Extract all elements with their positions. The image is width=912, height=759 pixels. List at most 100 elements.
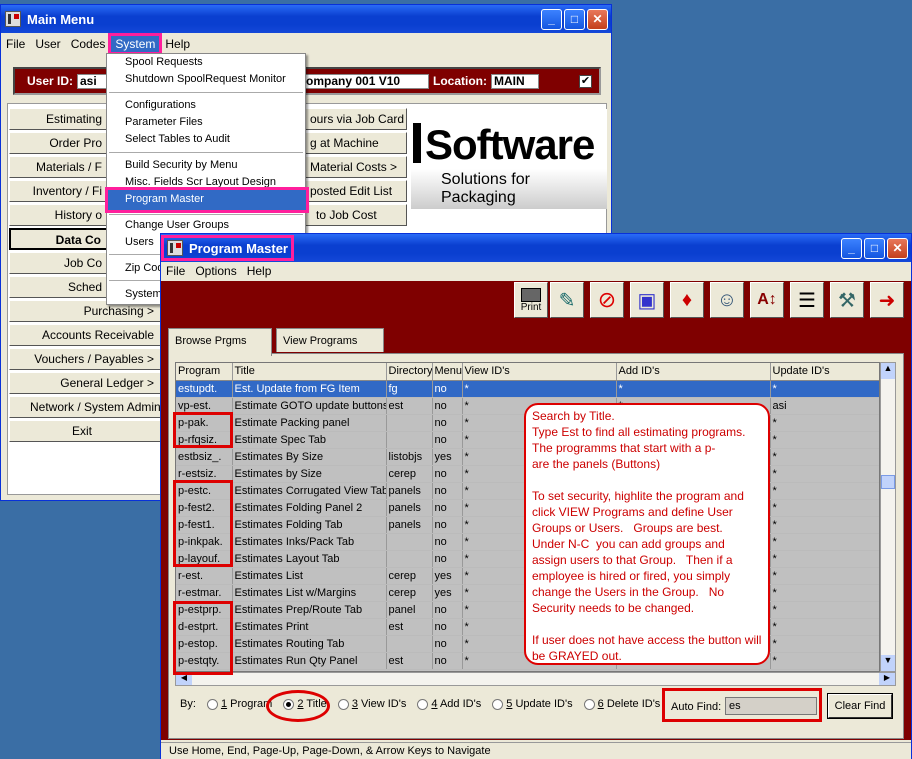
dd-zip-codes[interactable]: Zip Cod — [125, 262, 164, 274]
dd-build-security[interactable]: Build Security by Menu — [125, 159, 238, 171]
print-button[interactable]: Print — [514, 282, 548, 318]
main-menu-titlebar: Main Menu _ □ ✕ — [1, 5, 611, 33]
column-header[interactable]: Menu — [432, 363, 463, 381]
btn-inventory[interactable]: Inventory / Fi — [9, 180, 109, 202]
btn-at-machine[interactable]: g at Machine — [303, 132, 407, 154]
pm-menu-options[interactable]: Options — [190, 262, 241, 280]
company-field[interactable]: ompany 001 V10 — [303, 74, 429, 89]
btn-data-collection[interactable]: Data Co — [9, 228, 109, 250]
btn-history[interactable]: History o — [9, 204, 109, 226]
btn-accounts-receivable[interactable]: Accounts Receivable — [9, 324, 161, 346]
btn-network-admin[interactable]: Network / System Administ — [9, 396, 161, 418]
tools-button[interactable]: ⚒ — [830, 282, 864, 318]
menu-codes[interactable]: Codes — [66, 35, 111, 53]
table-cell: Estimates Layout Tab — [232, 550, 387, 568]
table-cell: no — [432, 414, 463, 432]
inspector-button[interactable]: ☺ — [710, 282, 744, 318]
scroll-thumb[interactable] — [881, 475, 895, 489]
tools-icon: ⚒ — [838, 289, 856, 312]
table-cell: Estimates List — [232, 567, 387, 585]
tab-browse-prgms[interactable]: Browse Prgms — [168, 328, 272, 356]
sort-opt-view-ids[interactable]: 3 View ID's — [337, 698, 406, 710]
btn-posted-edit-list[interactable]: posted Edit List — [303, 180, 407, 202]
sort-opt-program[interactable]: 1 Program — [206, 698, 272, 710]
dd-spool-requests[interactable]: Spool Requests — [125, 56, 203, 68]
dd-parameter-files[interactable]: Parameter Files — [125, 116, 203, 128]
vertical-scrollbar[interactable]: ▲ ▼ — [880, 362, 896, 672]
btn-general-ledger[interactable]: General Ledger > — [9, 372, 161, 394]
column-header[interactable]: Title — [232, 363, 387, 381]
dd-misc-fields[interactable]: Misc. Fields Scr Layout Design — [125, 176, 276, 188]
table-cell: no — [432, 550, 463, 568]
table-cell: r-estmar. — [176, 584, 233, 602]
column-header[interactable]: View ID's — [462, 363, 617, 381]
btn-to-job-cost[interactable]: to Job Cost — [303, 204, 407, 226]
dd-shutdown-spool[interactable]: Shutdown SpoolRequest Monitor — [125, 73, 286, 85]
list-button[interactable]: ☰ — [790, 282, 824, 318]
column-header[interactable]: Program — [176, 363, 233, 381]
dd-select-tables[interactable]: Select Tables to Audit — [125, 133, 230, 145]
dd-users[interactable]: Users — [125, 236, 154, 248]
pm-title-box: Program Master — [161, 235, 294, 261]
btn-material-costs[interactable]: Material Costs > — [303, 156, 407, 178]
auto-find-input[interactable]: es — [725, 697, 817, 715]
sort-row: By: 1 Program 2 Title 3 View ID's 4 Add … — [180, 698, 660, 710]
maximize-icon[interactable]: □ — [864, 237, 885, 259]
menu-user[interactable]: User — [30, 35, 65, 53]
logo: Software Solutions for Packaging — [411, 109, 607, 209]
add-record-button[interactable]: ▣ — [630, 282, 664, 318]
location-label: Location: — [433, 74, 487, 88]
btn-vouchers-payables[interactable]: Vouchers / Payables > — [9, 348, 161, 370]
btn-scheduling[interactable]: Sched — [9, 276, 109, 298]
btn-job-cost[interactable]: Job Co — [9, 252, 109, 274]
table-row[interactable]: estupdt. Est. Update from FG Item fg no * * * — [176, 380, 879, 398]
scroll-down-icon[interactable]: ▼ — [881, 655, 895, 671]
sort-opt-delete-ids[interactable]: 6 Delete ID's — [583, 698, 660, 710]
exit-button[interactable]: ➜ — [870, 282, 904, 318]
btn-estimating[interactable]: Estimating — [9, 108, 109, 130]
column-header[interactable]: Directory — [386, 363, 433, 381]
close-icon[interactable]: ✕ — [587, 8, 608, 30]
btn-exit[interactable]: Exit — [9, 420, 161, 442]
table-cell: panel — [386, 601, 433, 619]
column-header[interactable]: Update ID's — [770, 363, 879, 381]
opt-num: 1 — [220, 698, 228, 710]
menu-system[interactable]: System — [108, 33, 163, 55]
pm-menu-file[interactable]: File — [161, 262, 190, 280]
clear-find-button[interactable]: Clear Find — [827, 693, 893, 719]
close-icon[interactable]: ✕ — [887, 237, 908, 259]
btn-hours-via-job-card[interactable]: ours via Job Card — [303, 108, 407, 130]
sort-opt-update-ids[interactable]: 5 Update ID's — [492, 698, 573, 710]
grid-header: Program Title Directory Menu View ID's Add ID… — [176, 363, 879, 381]
dd-change-user-groups[interactable]: Change User Groups — [125, 219, 229, 231]
user-id-label: User ID: — [27, 74, 74, 88]
horizontal-scrollbar[interactable]: ◀ ▶ — [175, 672, 896, 686]
column-header[interactable]: Add ID's — [616, 363, 771, 381]
scroll-up-icon[interactable]: ▲ — [881, 363, 895, 379]
btn-materials[interactable]: Materials / F — [9, 156, 109, 178]
menu-file[interactable]: File — [1, 35, 30, 53]
btn-order-processing[interactable]: Order Pro — [9, 132, 109, 154]
minimize-icon[interactable]: _ — [841, 237, 862, 259]
minimize-icon[interactable]: _ — [541, 8, 562, 30]
sort-opt-add-ids[interactable]: 4 Add ID's — [417, 698, 481, 710]
table-cell: * — [770, 618, 879, 636]
menu-help[interactable]: Help — [160, 35, 195, 53]
table-cell: listobjs — [386, 448, 433, 466]
opt-num: 4 — [431, 698, 438, 710]
table-cell: * — [770, 414, 879, 432]
exit-door-icon: ➜ — [878, 289, 896, 312]
maximize-icon[interactable]: □ — [564, 8, 585, 30]
cards-button[interactable]: ♦ — [670, 282, 704, 318]
edit-tool-button[interactable]: ✎ — [550, 282, 584, 318]
location-field[interactable]: MAIN — [491, 74, 539, 89]
checkbox[interactable]: ✔ — [579, 75, 592, 88]
dd-system[interactable]: System — [125, 288, 162, 300]
scroll-right-icon[interactable]: ▶ — [879, 673, 895, 685]
dd-configurations[interactable]: Configurations — [125, 99, 196, 111]
no-entry-button[interactable]: ⊘ — [590, 282, 624, 318]
pm-menu-help[interactable]: Help — [242, 262, 277, 280]
tab-view-programs[interactable]: View Programs — [276, 328, 384, 352]
dd-program-master[interactable]: Program Master — [105, 187, 309, 213]
sort-button[interactable]: A↕ — [750, 282, 784, 318]
